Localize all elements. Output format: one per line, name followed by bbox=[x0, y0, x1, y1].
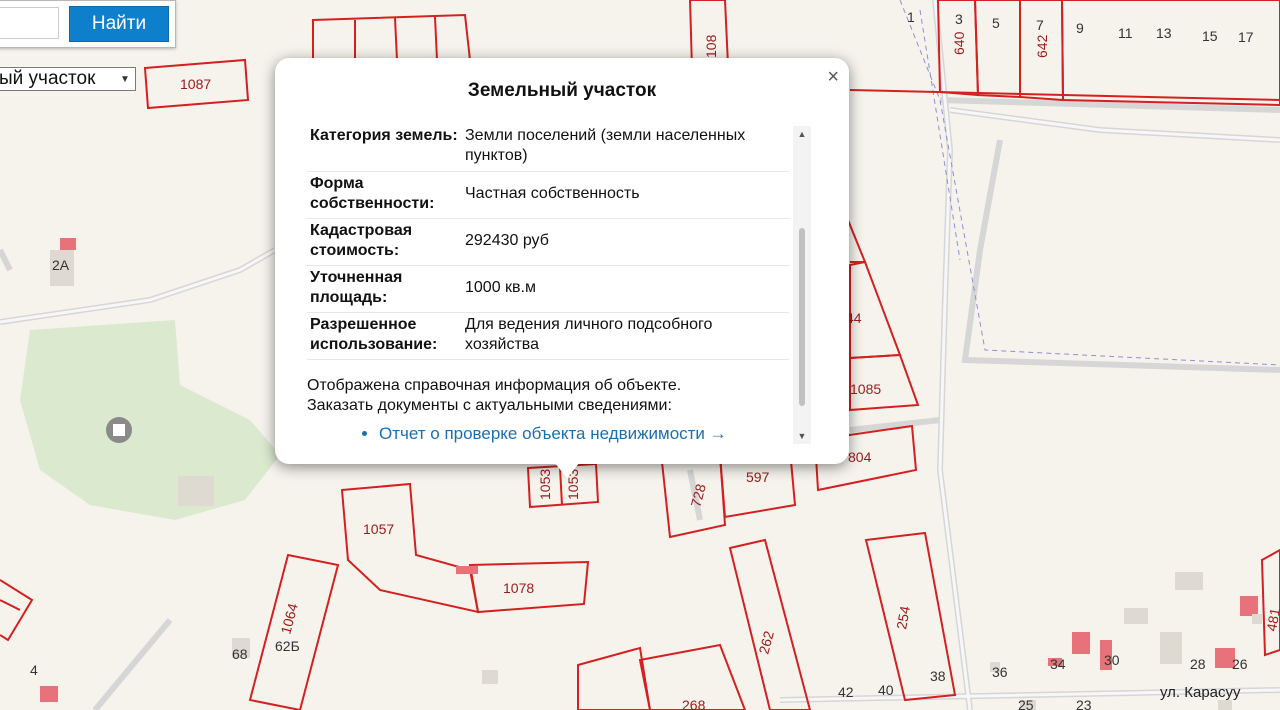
row-label: Кадастровая стоимость: bbox=[307, 218, 462, 266]
note-line: Отображена справочная информация об объе… bbox=[307, 376, 682, 394]
house-number: 62Б bbox=[275, 638, 300, 654]
park-area bbox=[20, 320, 280, 520]
house-number: 4 bbox=[30, 662, 38, 678]
house-number: 1 bbox=[907, 9, 915, 25]
row-value: Частная собственность bbox=[462, 171, 789, 219]
row-label: Категория земель: bbox=[307, 124, 462, 172]
document-links: Отчет о проверке объекта недвижимости → bbox=[307, 424, 793, 444]
report-link[interactable]: Отчет о проверке объекта недвижимости → bbox=[379, 424, 727, 443]
object-type-selected: ый участок bbox=[0, 68, 96, 89]
row-label: Форма собственности: bbox=[307, 171, 462, 219]
chevron-down-icon: ▼ bbox=[120, 73, 130, 85]
house-number: 26 bbox=[1232, 656, 1248, 672]
table-row: Кадастровая стоимость: 292430 руб bbox=[307, 218, 789, 266]
row-value: Для ведения личного подсобного хозяйства bbox=[462, 312, 789, 360]
list-item: Отчет о проверке объекта недвижимости → bbox=[379, 424, 793, 444]
search-input[interactable] bbox=[0, 7, 59, 39]
house-number: 42 bbox=[838, 684, 854, 700]
parcel-label: 1064 bbox=[277, 601, 301, 635]
house-number: 5 bbox=[992, 15, 1000, 31]
house-number: 68 bbox=[232, 646, 248, 662]
house-number: 2А bbox=[52, 257, 70, 273]
popup-pointer bbox=[554, 462, 580, 478]
info-note: Отображена справочная информация об объе… bbox=[307, 376, 793, 416]
popup-title: Земельный участок bbox=[467, 80, 657, 101]
scroll-thumb[interactable] bbox=[799, 228, 805, 406]
search-button[interactable]: Найти bbox=[69, 6, 169, 42]
info-table: Категория земель: Земли поселений (земли… bbox=[307, 124, 789, 360]
house-number: 38 bbox=[930, 668, 946, 684]
parcel-label: 1057 bbox=[363, 521, 394, 537]
popup-content[interactable]: Категория земель: Земли поселений (земли… bbox=[307, 124, 793, 444]
parcel-label: 1085 bbox=[850, 381, 881, 397]
house-number: 17 bbox=[1238, 29, 1254, 45]
house-number: 36 bbox=[992, 664, 1008, 680]
parcel-label: 640 bbox=[951, 31, 967, 55]
parcel-label: 108 bbox=[703, 34, 719, 58]
house-number: 40 bbox=[878, 682, 894, 698]
parcel-label: 254 bbox=[893, 605, 913, 631]
house-number: 9 bbox=[1076, 20, 1084, 36]
row-value: 1000 кв.м bbox=[462, 265, 789, 313]
parcel-label: 1078 bbox=[503, 580, 534, 596]
table-row: Разрешенное использование: Для ведения л… bbox=[307, 312, 789, 360]
table-row: Категория земель: Земли поселений (земли… bbox=[307, 124, 789, 172]
house-number: 25 bbox=[1018, 697, 1034, 710]
house-number: 23 bbox=[1076, 697, 1092, 710]
parcel-label: 804 bbox=[848, 449, 872, 465]
note-line: Заказать документы с актуальными сведени… bbox=[307, 396, 672, 414]
object-type-select[interactable]: ый участок ▼ bbox=[0, 67, 136, 91]
house-number: 11 bbox=[1118, 25, 1133, 41]
row-label: Уточненная площадь: bbox=[307, 265, 462, 313]
house-number: 28 bbox=[1190, 656, 1206, 672]
house-number: 13 bbox=[1156, 25, 1172, 41]
popup-scrollbar[interactable]: ▲ ▼ bbox=[793, 126, 811, 444]
parcel-label: 642 bbox=[1034, 34, 1050, 58]
house-number: 7 bbox=[1036, 17, 1044, 33]
row-value: Земли поселений (земли населенных пункто… bbox=[462, 124, 789, 172]
search-panel: Найти bbox=[0, 0, 176, 48]
parcel-label: 1087 bbox=[180, 76, 211, 92]
row-label: Разрешенное использование: bbox=[307, 312, 462, 360]
poi-marker-icon[interactable] bbox=[106, 417, 132, 443]
parcel-label: 1053 bbox=[537, 469, 553, 500]
parcel-label: 481 bbox=[1263, 607, 1280, 633]
land-plot-popup: × Земельный участок Категория земель: Зе… bbox=[275, 58, 849, 464]
table-row: Форма собственности: Частная собственнос… bbox=[307, 171, 789, 219]
house-number: 3 bbox=[955, 11, 963, 27]
house-number: 34 bbox=[1050, 656, 1066, 672]
house-number: 30 bbox=[1104, 652, 1120, 668]
table-row: Уточненная площадь: 1000 кв.м bbox=[307, 265, 789, 313]
parcel-label: 268 bbox=[682, 697, 706, 710]
parcel-label: 597 bbox=[746, 469, 770, 485]
scroll-down-icon[interactable]: ▼ bbox=[793, 428, 811, 444]
scroll-up-icon[interactable]: ▲ bbox=[793, 126, 811, 142]
row-value: 292430 руб bbox=[462, 218, 789, 266]
parcel-label: 262 bbox=[755, 629, 777, 656]
house-number: 15 bbox=[1202, 28, 1218, 44]
street-name: ул. Карасуу bbox=[1160, 684, 1241, 701]
